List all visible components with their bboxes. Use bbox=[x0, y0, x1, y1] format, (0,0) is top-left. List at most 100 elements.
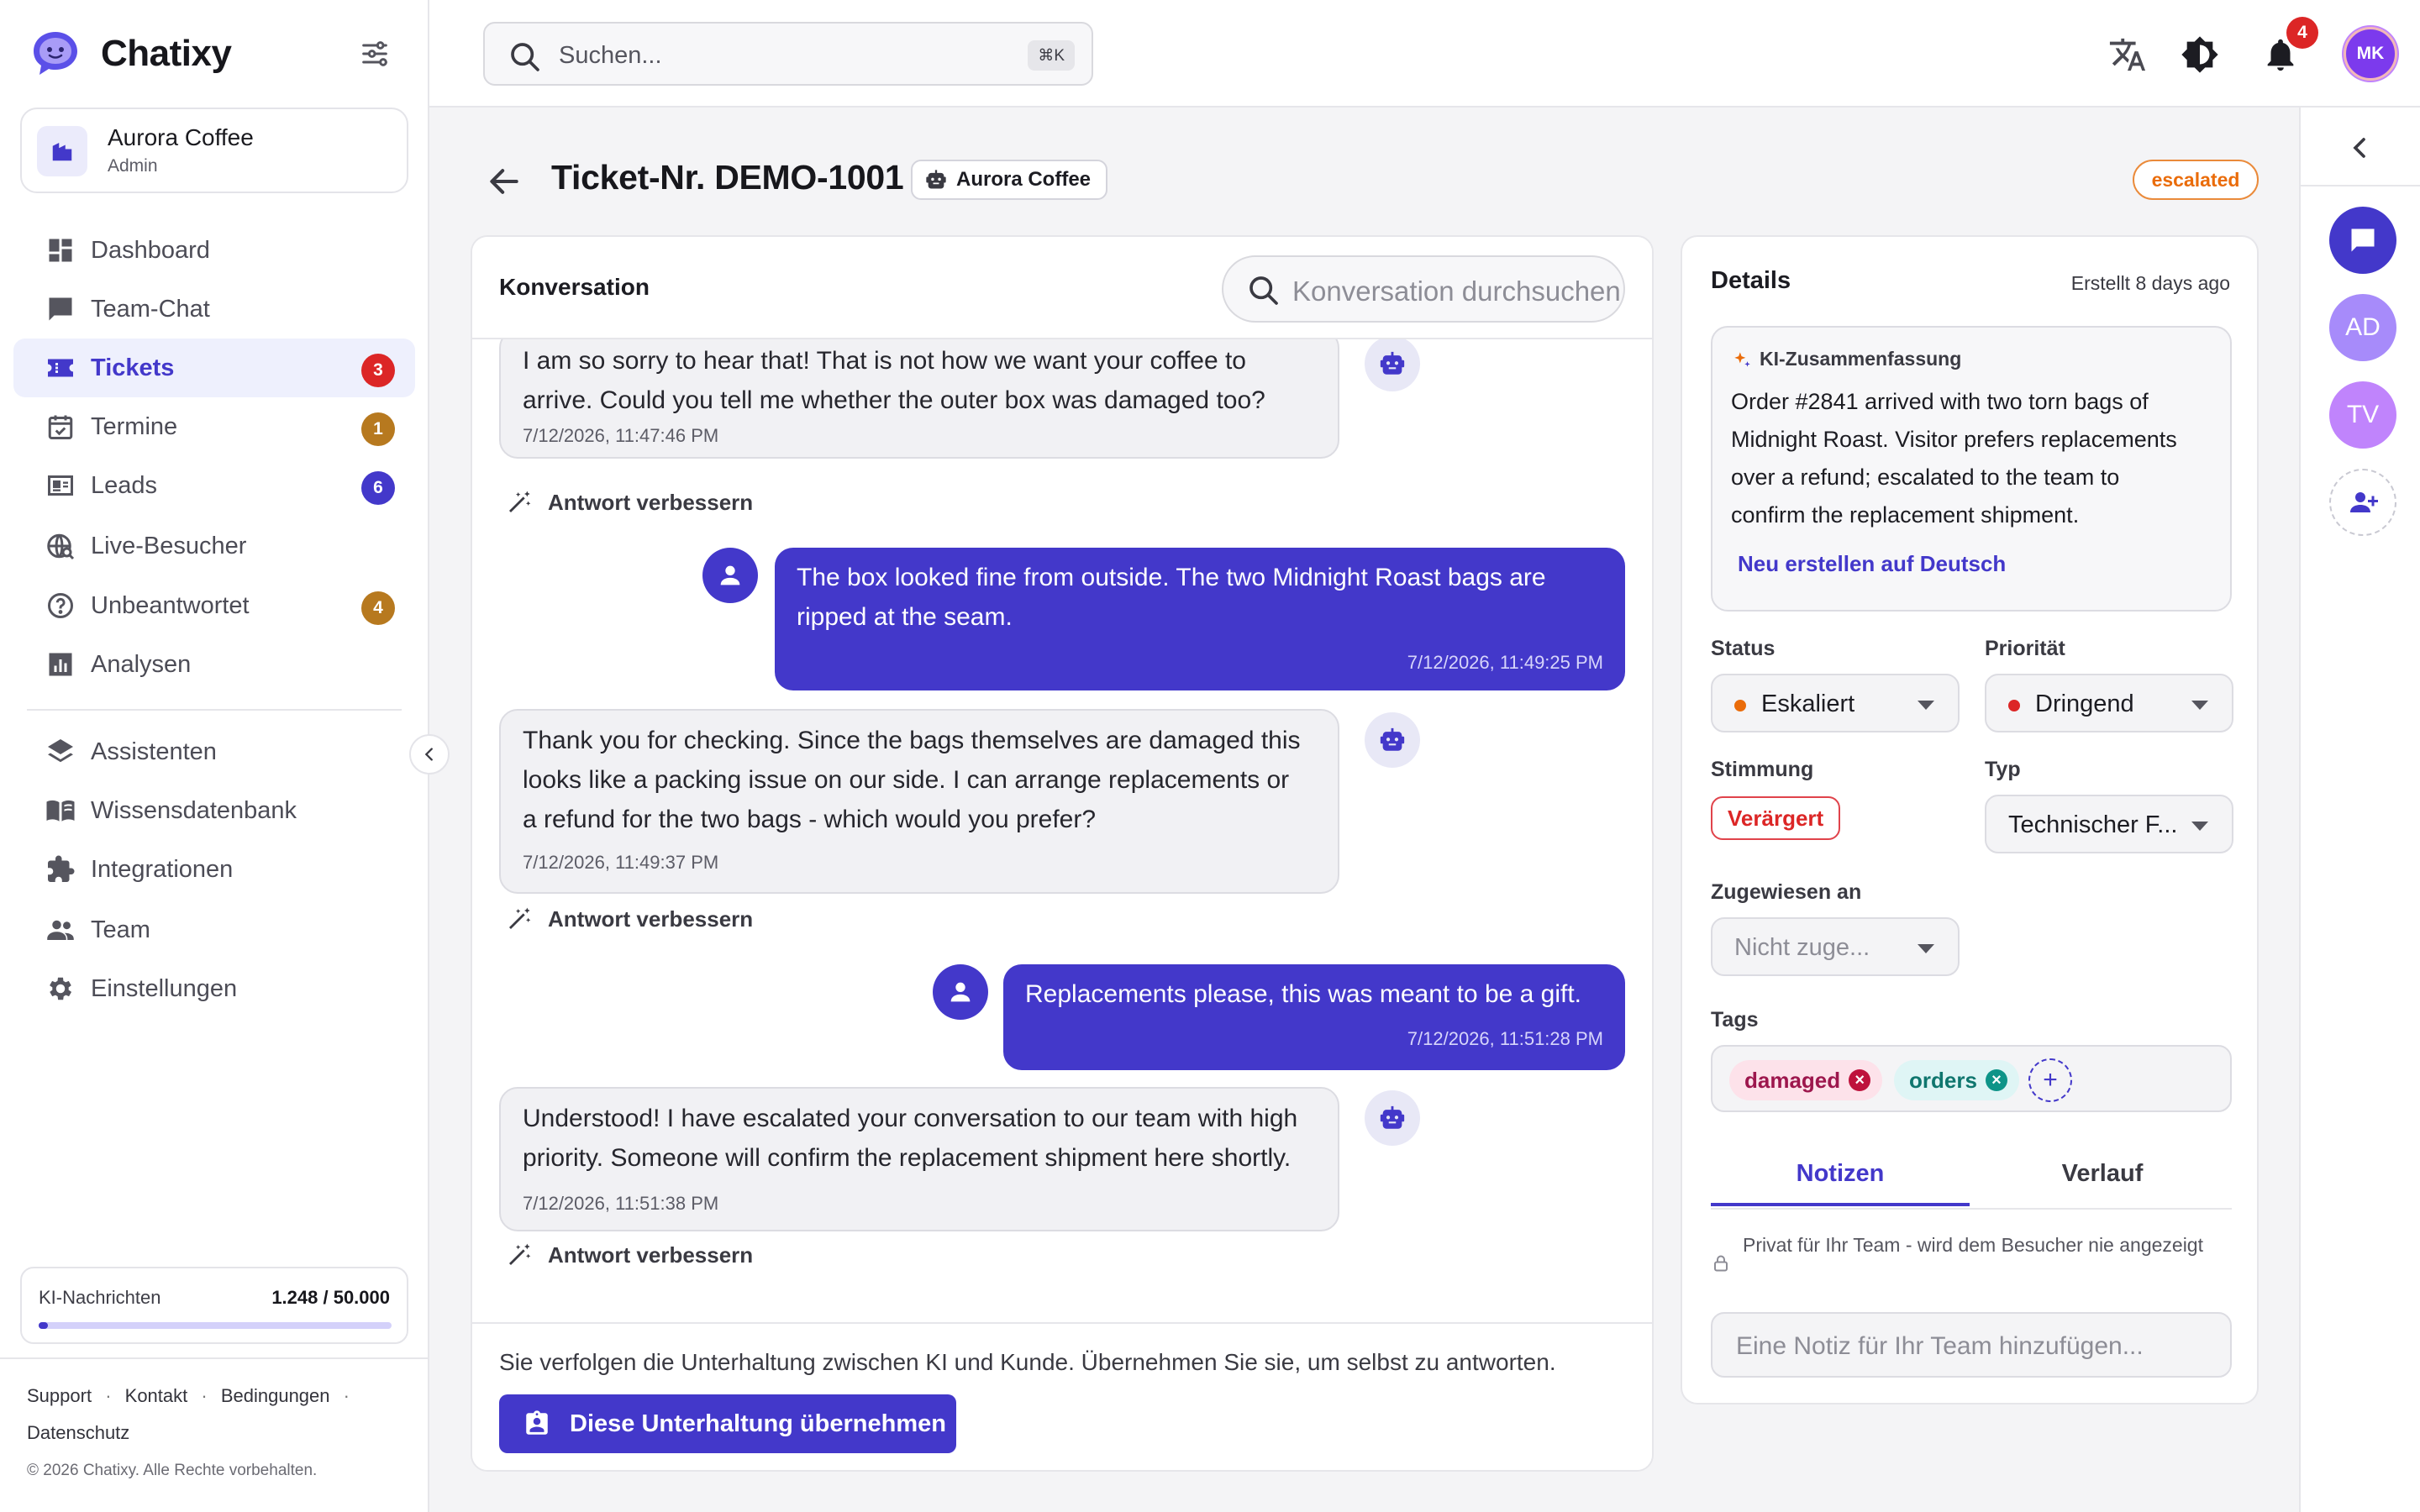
message-timestamp: 7/12/2026, 11:51:38 PM bbox=[523, 1193, 719, 1214]
sidebar-item-assistenten[interactable]: Assistenten bbox=[13, 722, 415, 781]
agent-avatar-ad[interactable]: AD bbox=[2329, 294, 2396, 361]
conversation-title: Konversation bbox=[499, 274, 650, 300]
message-text: The box looked fine from outside. The tw… bbox=[797, 548, 1603, 637]
improve-answer-button[interactable]: Antwort verbessern bbox=[506, 1242, 753, 1268]
type-label: Typ bbox=[1985, 758, 2021, 781]
bot-avatar bbox=[1365, 1090, 1420, 1146]
visitor-message: The box looked fine from outside. The tw… bbox=[775, 548, 1625, 690]
book-icon bbox=[46, 800, 75, 822]
tag-orders[interactable]: orders × bbox=[1894, 1060, 2019, 1100]
sidebar-item-einstellungen[interactable]: Einstellungen bbox=[13, 959, 415, 1018]
footer-link-kontakt[interactable]: Kontakt bbox=[125, 1385, 188, 1406]
puzzle-icon bbox=[48, 855, 75, 882]
footer-link-bedingungen[interactable]: Bedingungen bbox=[221, 1385, 330, 1406]
sidebar-item-team-chat[interactable]: Team-Chat bbox=[13, 280, 415, 339]
improve-answer-button[interactable]: Antwort verbessern bbox=[506, 906, 753, 932]
message-list: I am so sorry to hear that! That is not … bbox=[472, 329, 1652, 1470]
sidebar: Chatixy Aurora Coffee Admin Dashboard Te… bbox=[0, 0, 429, 1512]
user-avatar[interactable]: MK bbox=[2344, 27, 2397, 81]
regenerate-summary-link[interactable]: Neu erstellen auf Deutsch bbox=[1738, 551, 2006, 577]
visitor-avatar bbox=[933, 964, 988, 1020]
message-line: priority. Someone will confirm the repla… bbox=[523, 1144, 1292, 1172]
visitor-avatar bbox=[702, 548, 758, 603]
chat-icon bbox=[2351, 228, 2375, 252]
person-icon bbox=[720, 565, 740, 585]
type-value: Technischer F... bbox=[2008, 811, 2178, 838]
message-text: Understood! I have escalated your conver… bbox=[523, 1089, 1316, 1178]
assignee-select[interactable]: Nicht zuge... bbox=[1711, 917, 1960, 976]
org-chip-label: Aurora Coffee bbox=[956, 168, 1092, 191]
translate-icon[interactable] bbox=[2108, 35, 2147, 74]
sidebar-item-label: Team-Chat bbox=[91, 296, 210, 323]
building-icon bbox=[37, 126, 87, 176]
assignee-label: Zugewiesen an bbox=[1711, 880, 1862, 904]
footer-links: Support · Kontakt · Bedingungen · Datens… bbox=[27, 1378, 380, 1452]
footer-separator: · bbox=[105, 1385, 112, 1406]
remove-tag-icon[interactable]: × bbox=[1985, 1069, 2007, 1091]
status-select[interactable]: Eskaliert bbox=[1711, 674, 1960, 732]
sidebar-item-wissensdatenbank[interactable]: Wissensdatenbank bbox=[13, 781, 415, 840]
sidebar-item-leads[interactable]: Leads 6 bbox=[13, 456, 415, 515]
details-panel: Details Erstellt 8 days ago KI-Zusammenf… bbox=[1681, 235, 2259, 1404]
dashboard-icon bbox=[49, 239, 72, 262]
tabs-divider bbox=[1711, 1208, 2232, 1210]
ticket-status-badge: escalated bbox=[2133, 160, 2259, 200]
note-input[interactable]: Eine Notiz für Ihr Team hinzufügen... bbox=[1711, 1312, 2232, 1378]
remove-tag-icon[interactable]: × bbox=[1849, 1069, 1871, 1091]
tab-notizen[interactable]: Notizen bbox=[1711, 1152, 1970, 1206]
back-arrow-icon[interactable] bbox=[486, 163, 523, 200]
search-icon bbox=[1249, 276, 1278, 305]
brand[interactable]: Chatixy bbox=[30, 27, 232, 81]
tab-verlauf[interactable]: Verlauf bbox=[1973, 1152, 2232, 1206]
sidebar-item-tickets[interactable]: Tickets 3 bbox=[13, 339, 415, 397]
assignee-placeholder: Nicht zuge... bbox=[1734, 934, 1870, 961]
sidebar-item-label: Wissensdatenbank bbox=[91, 797, 297, 824]
sidebar-item-team[interactable]: Team bbox=[13, 900, 415, 959]
improve-answer-button[interactable]: Antwort verbessern bbox=[506, 489, 753, 516]
magic-wand-icon bbox=[509, 1243, 531, 1265]
workspace-role: Admin bbox=[108, 156, 158, 176]
private-note-text: Privat für Ihr Team - wird dem Besucher … bbox=[1743, 1234, 2203, 1256]
sidebar-item-termine[interactable]: Termine 1 bbox=[13, 397, 415, 456]
tag-damaged[interactable]: damaged × bbox=[1729, 1060, 1883, 1100]
footer-link-datenschutz[interactable]: Datenschutz bbox=[27, 1422, 129, 1443]
chevron-down-icon bbox=[1918, 701, 1934, 710]
workspace-switcher[interactable]: Aurora Coffee Admin bbox=[20, 108, 408, 193]
sidebar-item-analysen[interactable]: Analysen bbox=[13, 635, 415, 694]
priority-label: Priorität bbox=[1985, 637, 2065, 660]
collapse-sidebar-button[interactable] bbox=[409, 734, 450, 774]
bot-icon bbox=[926, 170, 946, 189]
conversation-chat-button[interactable] bbox=[2329, 207, 2396, 274]
quota-label: KI-Nachrichten bbox=[39, 1287, 161, 1308]
status-dot bbox=[1734, 700, 1746, 711]
message-line: a refund for the two bags - which would … bbox=[523, 806, 1097, 833]
type-select[interactable]: Technischer F... bbox=[1985, 795, 2233, 853]
quota-value: 1.248 / 50.000 bbox=[271, 1287, 390, 1308]
agent-avatar-tv[interactable]: TV bbox=[2329, 381, 2396, 449]
takeover-conversation-button[interactable]: Diese Unterhaltung übernehmen bbox=[499, 1394, 956, 1453]
sidebar-item-integrationen[interactable]: Integrationen bbox=[13, 840, 415, 899]
details-title: Details bbox=[1711, 267, 1791, 294]
sidebar-footer-divider bbox=[0, 1357, 428, 1359]
sidebar-item-live-besucher[interactable]: Live-Besucher bbox=[13, 517, 415, 575]
visitor-message: Replacements please, this was meant to b… bbox=[1003, 964, 1625, 1070]
add-agent-button[interactable] bbox=[2329, 469, 2396, 536]
status-label: Status bbox=[1711, 637, 1776, 660]
footer-separator: · bbox=[343, 1385, 350, 1406]
theme-toggle-icon[interactable] bbox=[2181, 35, 2219, 74]
chevron-down-icon bbox=[1918, 944, 1934, 953]
conversation-search-input[interactable]: Konversation durchsuchen bbox=[1222, 255, 1625, 323]
layers-icon bbox=[48, 739, 73, 763]
priority-select[interactable]: Dringend bbox=[1985, 674, 2233, 732]
sidebar-item-dashboard[interactable]: Dashboard bbox=[13, 221, 415, 280]
conversation-search-placeholder: Konversation durchsuchen bbox=[1292, 276, 1621, 307]
footer-link-support[interactable]: Support bbox=[27, 1385, 92, 1406]
topbar: Suchen... ⌘K 4 MK bbox=[429, 0, 2420, 108]
message-timestamp: 7/12/2026, 11:47:46 PM bbox=[523, 425, 719, 446]
global-search-input[interactable]: Suchen... ⌘K bbox=[483, 22, 1093, 86]
magic-wand-icon bbox=[509, 491, 531, 512]
sidebar-settings-icon[interactable] bbox=[358, 37, 392, 71]
sidebar-item-unbeantwortet[interactable]: Unbeantwortet 4 bbox=[13, 576, 415, 635]
chevron-left-icon[interactable] bbox=[2343, 131, 2376, 165]
add-tag-button[interactable]: + bbox=[2028, 1058, 2072, 1102]
